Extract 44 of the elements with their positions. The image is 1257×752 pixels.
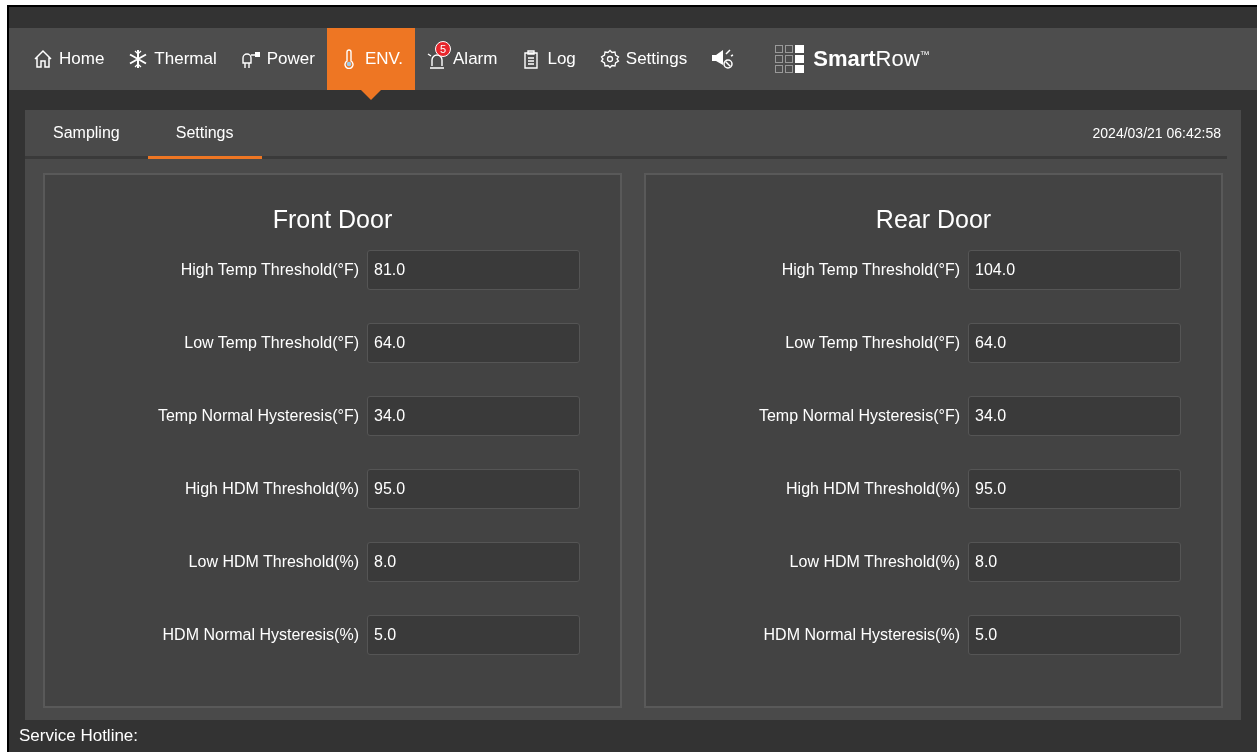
nav-tab[interactable]: Home bbox=[21, 28, 117, 90]
panel-title: Front Door bbox=[272, 205, 393, 234]
input-field[interactable]: 5.0 bbox=[968, 615, 1181, 655]
field-label: HDM Normal Hysteresis(%) bbox=[162, 626, 359, 644]
field-label: High Temp Threshold(°F) bbox=[781, 261, 960, 279]
nav-tab[interactable]: 5 Alarm bbox=[415, 28, 510, 90]
nav-tab[interactable]: Log bbox=[509, 28, 588, 90]
alarm-count-badge: 5 bbox=[435, 41, 452, 57]
nav-tab[interactable]: Thermal bbox=[116, 28, 229, 90]
input-field[interactable]: 81.0 bbox=[367, 250, 580, 290]
input-field[interactable]: 64.0 bbox=[968, 323, 1181, 363]
field-label: High Temp Threshold(°F) bbox=[180, 261, 359, 279]
input-field[interactable]: 8.0 bbox=[367, 542, 580, 582]
field-label: HDM Normal Hysteresis(%) bbox=[763, 626, 960, 644]
grid-logo-icon bbox=[775, 45, 806, 73]
speaker-muted-icon bbox=[711, 47, 736, 71]
nav-tab[interactable]: Settings bbox=[587, 28, 700, 90]
home-icon bbox=[33, 49, 53, 69]
sub-tab[interactable]: Sampling bbox=[25, 110, 148, 159]
nav-tab[interactable]: Power bbox=[228, 28, 327, 90]
input-field[interactable]: 8.0 bbox=[968, 542, 1181, 582]
input-field[interactable]: 34.0 bbox=[968, 396, 1181, 436]
field-label: Low HDM Threshold(%) bbox=[188, 553, 359, 571]
field-label: Low Temp Threshold(°F) bbox=[785, 334, 960, 352]
panel-title: Rear Door bbox=[875, 205, 992, 234]
field-label: High HDM Threshold(%) bbox=[185, 480, 359, 498]
input-field[interactable]: 95.0 bbox=[968, 469, 1181, 509]
sub-tab[interactable]: Settings bbox=[147, 110, 262, 159]
field-label: High HDM Threshold(%) bbox=[786, 480, 960, 498]
field-label: Low Temp Threshold(°F) bbox=[184, 334, 359, 352]
field-label: Temp Normal Hysteresis(°F) bbox=[758, 407, 960, 425]
input-field[interactable]: 95.0 bbox=[367, 469, 580, 509]
input-field[interactable]: 104.0 bbox=[968, 250, 1181, 290]
settings-icon bbox=[599, 49, 620, 69]
service-hotline-label: Service Hotline: bbox=[18, 725, 140, 747]
snowflake-icon bbox=[128, 49, 149, 69]
timestamp: 2024/03/21 06:42:58 bbox=[1092, 124, 1222, 143]
brand-name: SmartRow$^{™}$ bbox=[813, 46, 930, 72]
field-label: Temp Normal Hysteresis(°F) bbox=[157, 407, 359, 425]
input-field[interactable]: 5.0 bbox=[367, 615, 580, 655]
plug-icon bbox=[240, 49, 261, 69]
input-field[interactable]: 64.0 bbox=[367, 323, 580, 363]
input-field[interactable]: 34.0 bbox=[367, 396, 580, 436]
field-label: Low HDM Threshold(%) bbox=[789, 553, 960, 571]
